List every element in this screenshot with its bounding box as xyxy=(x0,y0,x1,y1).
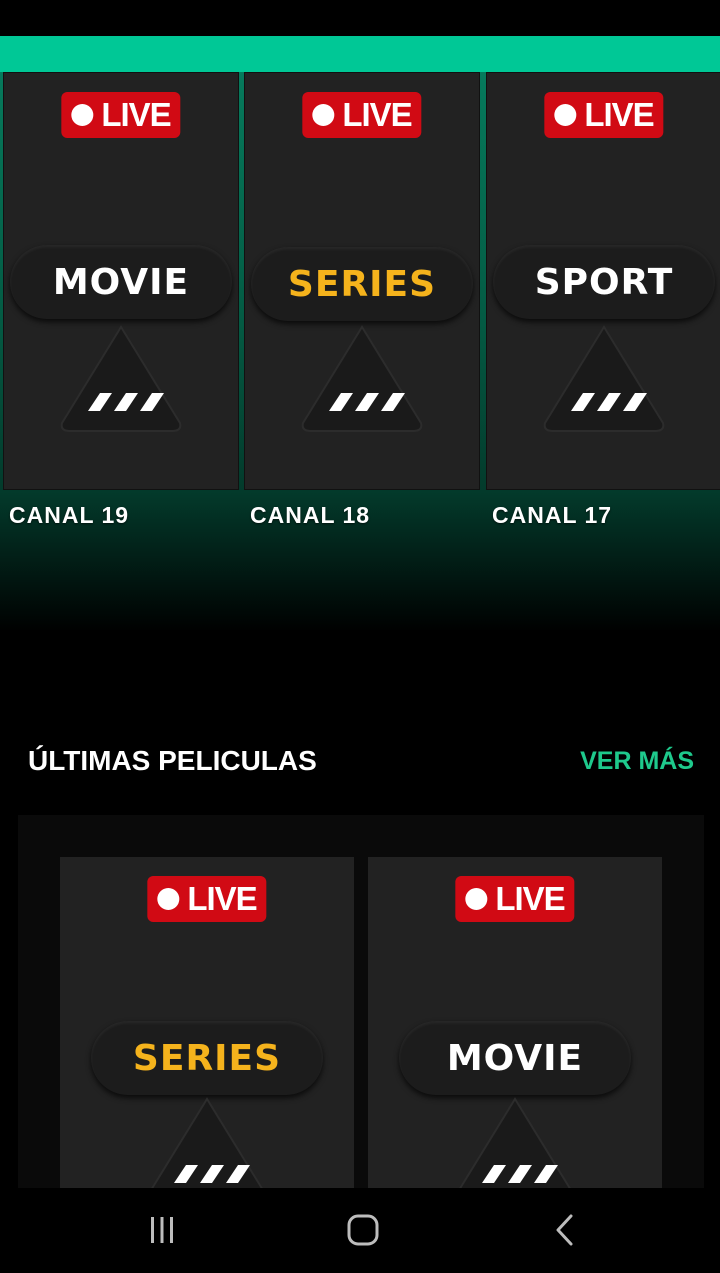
genre-label: SERIES xyxy=(132,1037,282,1079)
recents-button[interactable] xyxy=(132,1210,192,1250)
home-icon xyxy=(347,1214,379,1246)
section-title: ÚLTIMAS PELICULAS xyxy=(28,745,317,776)
channel-caption: CANAL 19 xyxy=(9,502,130,528)
channel-poster[interactable]: LIVE SPORT xyxy=(486,72,720,490)
status-bar xyxy=(0,0,720,36)
record-dot-icon xyxy=(465,888,488,910)
system-nav-bar xyxy=(0,1188,720,1273)
live-label: LIVE xyxy=(187,880,257,917)
live-badge: LIVE xyxy=(302,92,422,138)
channel-poster[interactable]: LIVE MOVIE xyxy=(3,72,239,490)
live-badge: LIVE xyxy=(455,876,575,922)
play-triangle-icon xyxy=(149,1097,265,1190)
back-icon xyxy=(556,1214,573,1246)
genre-label: MOVIE xyxy=(52,261,190,303)
live-badge: LIVE xyxy=(61,92,181,138)
recents-icon xyxy=(151,1217,173,1243)
home-button[interactable] xyxy=(333,1210,393,1250)
genre-pill: SPORT xyxy=(493,245,715,319)
genre-label: MOVIE xyxy=(446,1037,584,1079)
channel-card[interactable]: LIVE MOVIE CANAL 19 xyxy=(3,72,239,528)
record-dot-icon xyxy=(312,104,335,126)
channel-caption: CANAL 18 xyxy=(250,502,371,528)
live-label: LIVE xyxy=(584,96,654,133)
live-badge: LIVE xyxy=(544,92,664,138)
channel-row: LIVE MOVIE CANAL 19 LIVE SERIES CANAL 18… xyxy=(0,72,720,552)
play-triangle-icon xyxy=(301,325,423,432)
genre-label: SERIES xyxy=(287,263,437,305)
top-accent-bar xyxy=(0,36,720,72)
genre-pill: SERIES xyxy=(91,1021,323,1095)
record-dot-icon xyxy=(71,104,94,126)
see-more-link[interactable]: VER MÁS xyxy=(580,747,694,776)
live-label: LIVE xyxy=(101,96,171,133)
movie-card[interactable]: LIVE MOVIE xyxy=(368,857,662,1190)
play-triangle-icon xyxy=(543,325,665,432)
live-label: LIVE xyxy=(495,880,565,917)
live-label: LIVE xyxy=(342,96,412,133)
record-dot-icon xyxy=(554,104,577,126)
latest-movies-panel: LIVE SERIES LIVE MOVIE xyxy=(18,815,704,1190)
channels-section: LIVE MOVIE CANAL 19 LIVE SERIES CANAL 18… xyxy=(0,72,720,632)
latest-movies-header: ÚLTIMAS PELICULAS VER MÁS xyxy=(0,735,720,791)
play-triangle-icon xyxy=(60,325,182,432)
channel-caption: CANAL 17 xyxy=(492,502,613,528)
genre-label: SPORT xyxy=(534,261,674,303)
movie-card[interactable]: LIVE SERIES xyxy=(60,857,354,1190)
back-button[interactable] xyxy=(535,1210,595,1250)
channel-poster[interactable]: LIVE SERIES xyxy=(244,72,480,490)
genre-pill: MOVIE xyxy=(10,245,232,319)
play-triangle-icon xyxy=(457,1097,573,1190)
record-dot-icon xyxy=(157,888,180,910)
genre-pill: MOVIE xyxy=(399,1021,631,1095)
channel-card[interactable]: LIVE SPORT CANAL 17 xyxy=(486,72,720,528)
genre-pill: SERIES xyxy=(251,247,473,321)
live-badge: LIVE xyxy=(147,876,267,922)
channel-card[interactable]: LIVE SERIES CANAL 18 xyxy=(244,72,480,528)
